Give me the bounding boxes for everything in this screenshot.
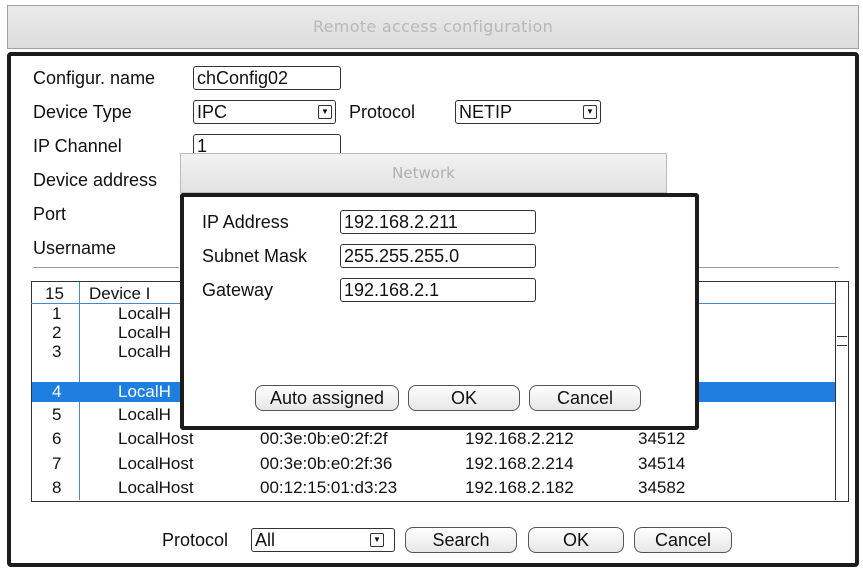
gateway-input[interactable]: 192.168.2.1 xyxy=(340,278,536,302)
row-index: 7 xyxy=(52,454,62,473)
port-label: Port xyxy=(33,204,67,224)
subnet-mask-input[interactable]: 255.255.255.0 xyxy=(340,244,536,268)
protocol-label: Protocol xyxy=(349,102,416,122)
header-index: 15 xyxy=(45,284,64,303)
network-dialog-title: Network xyxy=(392,164,455,182)
row-name: LocalHost xyxy=(118,429,194,448)
triangle-down-icon[interactable]: ▼ xyxy=(370,533,384,547)
row-index: 4 xyxy=(52,382,62,401)
row-index: 2 xyxy=(52,323,62,342)
row-name: LocalHost xyxy=(118,478,194,497)
row-mac: 00:12:15:01:d3:23 xyxy=(260,478,398,497)
divider xyxy=(699,267,839,268)
search-button[interactable]: Search xyxy=(405,527,517,553)
protocol-value: NETIP xyxy=(459,102,513,122)
device-type-label: Device Type xyxy=(33,102,132,122)
triangle-down-icon[interactable]: ▼ xyxy=(583,105,597,119)
dialog-ok-button[interactable]: OK xyxy=(408,385,520,411)
cancel-button[interactable]: Cancel xyxy=(634,527,732,553)
row-name: LocalH xyxy=(118,382,171,401)
footer-protocol-label: Protocol xyxy=(162,530,229,550)
window-titlebar: Remote access configuration xyxy=(7,5,859,49)
row-index: 1 xyxy=(52,304,62,323)
config-name-input[interactable]: chConfig02 xyxy=(193,66,341,90)
device-type-select[interactable]: IPC xyxy=(193,100,336,124)
config-name-label: Configur. name xyxy=(33,68,156,88)
table-row[interactable]: 7 LocalHost 00:3e:0b:e0:2f:36 192.168.2.… xyxy=(32,454,835,473)
divider xyxy=(33,267,179,268)
ip-address-input[interactable]: 192.168.2.211 xyxy=(340,210,536,234)
auto-assigned-button[interactable]: Auto assigned xyxy=(255,385,399,411)
row-index: 8 xyxy=(52,478,62,497)
network-dialog-titlebar: Network xyxy=(180,153,667,193)
row-name: LocalHost xyxy=(118,454,194,473)
username-label: Username xyxy=(33,238,117,258)
row-name: LocalH xyxy=(118,304,171,323)
row-name: LocalH xyxy=(118,342,171,361)
dialog-cancel-button[interactable]: Cancel xyxy=(529,385,641,411)
row-index: 5 xyxy=(52,405,62,424)
row-port: 34512 xyxy=(638,429,686,448)
table-row[interactable]: 6 LocalHost 00:3e:0b:e0:2f:2f 192.168.2.… xyxy=(32,429,835,448)
footer-protocol-value: All xyxy=(255,530,276,550)
subnet-mask-label: Subnet Mask xyxy=(202,246,308,266)
gateway-label: Gateway xyxy=(202,280,274,300)
protocol-select[interactable]: NETIP xyxy=(455,100,601,124)
ip-channel-label: IP Channel xyxy=(33,136,122,156)
table-row[interactable]: 8 LocalHost 00:12:15:01:d3:23 192.168.2.… xyxy=(32,478,835,497)
row-name: LocalH xyxy=(118,323,171,342)
device-type-value: IPC xyxy=(197,102,228,122)
row-ip: 192.168.2.212 xyxy=(465,429,574,448)
row-mac: 00:3e:0b:e0:2f:36 xyxy=(260,454,393,473)
row-port: 34582 xyxy=(638,478,686,497)
device-address-label: Device address xyxy=(33,170,158,190)
list-scrollbar[interactable] xyxy=(835,282,848,500)
row-index: 3 xyxy=(52,342,62,361)
row-mac: 00:3e:0b:e0:2f:2f xyxy=(260,429,388,448)
header-device: Device I xyxy=(89,284,151,303)
ok-button[interactable]: OK xyxy=(528,527,624,553)
row-port: 34514 xyxy=(638,454,686,473)
row-ip: 192.168.2.214 xyxy=(465,454,574,473)
row-index: 6 xyxy=(52,429,62,448)
row-ip: 192.168.2.182 xyxy=(465,478,574,497)
window-title: Remote access configuration xyxy=(312,17,554,36)
scroll-grip-icon[interactable] xyxy=(837,336,847,346)
row-name: LocalH xyxy=(118,405,171,424)
ip-address-label: IP Address xyxy=(202,212,289,232)
triangle-down-icon[interactable]: ▼ xyxy=(318,105,332,119)
